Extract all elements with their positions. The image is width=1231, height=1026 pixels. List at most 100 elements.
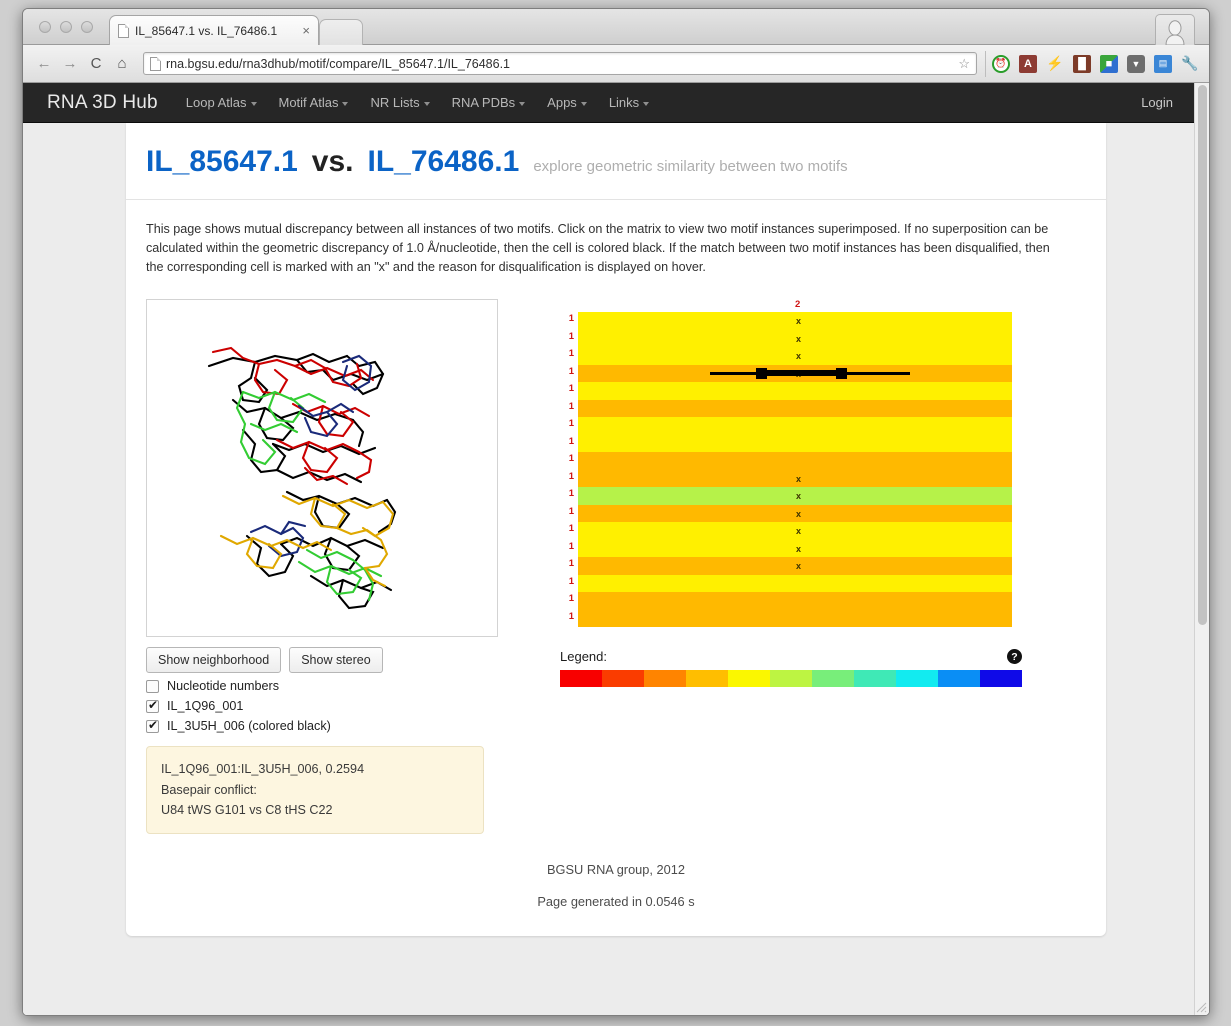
nav-label: Motif Atlas <box>279 95 339 110</box>
disqualified-x-icon: x <box>796 562 801 571</box>
adblock-extension-icon[interactable]: ⏰ <box>992 55 1010 73</box>
matrix-cell[interactable]: x <box>578 470 1012 488</box>
discrepancy-matrix[interactable]: 2 111111111111111111 xxxxxxxxxx <box>560 299 1022 627</box>
legend-color-segment <box>644 670 686 687</box>
matrix-cell[interactable] <box>578 610 1012 628</box>
matrix-cell[interactable] <box>578 382 1012 400</box>
footer-credit: BGSU RNA group, 2012 <box>126 862 1106 877</box>
matrix-cell[interactable]: x <box>578 540 1012 558</box>
left-column: Show neighborhood Show stereo Nucleotide… <box>146 299 498 833</box>
home-icon[interactable]: ⌂ <box>111 53 133 75</box>
user-avatar-button[interactable] <box>1155 14 1195 45</box>
matrix-row-label: 1 <box>569 419 574 429</box>
nav-item-links[interactable]: Links <box>609 95 649 110</box>
forward-icon[interactable]: → <box>59 53 81 75</box>
pocket-extension-icon[interactable]: ▼ <box>1127 55 1145 73</box>
checkbox-row-nucleotide-numbers[interactable]: Nucleotide numbers <box>146 679 498 693</box>
help-icon[interactable]: ? <box>1007 649 1022 664</box>
matrix-cell[interactable] <box>578 592 1012 610</box>
legend-color-segment <box>560 670 602 687</box>
site-brand[interactable]: RNA 3D Hub <box>47 92 158 114</box>
wrench-settings-icon[interactable]: 🔧 <box>1181 55 1199 73</box>
disqualified-x-icon: x <box>796 527 801 536</box>
nav-item-motif-atlas[interactable]: Motif Atlas <box>279 95 349 110</box>
legend-colorbar <box>560 670 1022 687</box>
dictionary-extension-icon[interactable]: A <box>1019 55 1037 73</box>
matrix-cell[interactable]: x <box>578 487 1012 505</box>
new-tab-button[interactable] <box>319 19 363 45</box>
page-icon <box>150 57 161 71</box>
vs-label: vs. <box>312 145 354 179</box>
matrix-row-label: 1 <box>569 577 574 587</box>
matrix-cell[interactable]: x <box>578 365 1012 383</box>
matrix-cell[interactable]: x <box>578 347 1012 365</box>
nav-item-apps[interactable]: Apps <box>547 95 587 110</box>
pixel-extension-icon[interactable]: █ <box>1073 55 1091 73</box>
jmol-structure-viewer[interactable] <box>146 299 498 637</box>
back-icon[interactable]: ← <box>33 53 55 75</box>
chevron-down-icon <box>251 102 257 106</box>
window-close-button[interactable] <box>39 21 51 33</box>
nav-label: NR Lists <box>370 95 419 110</box>
show-stereo-button[interactable]: Show stereo <box>289 647 382 673</box>
page-scrollbar-track[interactable] <box>1194 83 1209 1016</box>
window-minimize-button[interactable] <box>60 21 72 33</box>
address-bar[interactable]: rna.bgsu.edu/rna3dhub/motif/compare/IL_8… <box>143 52 977 75</box>
person-icon <box>1162 19 1188 45</box>
matrix-cell[interactable] <box>578 400 1012 418</box>
chevron-down-icon <box>643 102 649 106</box>
disqualified-x-icon: x <box>796 335 801 344</box>
nav-item-loop-atlas[interactable]: Loop Atlas <box>186 95 257 110</box>
checkbox-label: IL_3U5H_006 (colored black) <box>167 719 331 733</box>
matrix-row-labels: 111111111111111111 <box>560 312 578 627</box>
motif-b-title: IL_76486.1 <box>368 145 520 179</box>
window-resize-grip[interactable] <box>1194 1000 1207 1013</box>
browser-tab[interactable]: IL_85647.1 vs. IL_76486.1 × <box>109 15 319 45</box>
disqualified-x-icon: x <box>796 545 801 554</box>
login-link[interactable]: Login <box>1141 95 1173 110</box>
nav-item-rna-pdbs[interactable]: RNA PDBs <box>452 95 526 110</box>
matrix-cell[interactable] <box>578 435 1012 453</box>
matrix-grid[interactable]: xxxxxxxxxx <box>578 312 1012 627</box>
matrix-cell[interactable]: x <box>578 312 1012 330</box>
checkbox-il-3u5h-006[interactable] <box>146 720 159 733</box>
bookmark-star-icon[interactable]: ☆ <box>958 56 970 72</box>
legend-color-segment <box>686 670 728 687</box>
lightning-extension-icon[interactable]: ⚡ <box>1046 55 1064 73</box>
page-scrollbar-thumb[interactable] <box>1198 85 1207 625</box>
matrix-cell[interactable]: x <box>578 330 1012 348</box>
show-neighborhood-button[interactable]: Show neighborhood <box>146 647 281 673</box>
matrix-row-label: 1 <box>569 507 574 517</box>
notes-extension-icon[interactable]: ▤ <box>1154 55 1172 73</box>
matrix-cell[interactable]: x <box>578 505 1012 523</box>
legend-color-segment <box>938 670 980 687</box>
motif-a-title: IL_85647.1 <box>146 145 298 179</box>
checkbox-il-1q96-001[interactable] <box>146 700 159 713</box>
checkbox-nucleotide-numbers[interactable] <box>146 680 159 693</box>
matrix-cell[interactable] <box>578 575 1012 593</box>
matrix-cell[interactable]: x <box>578 522 1012 540</box>
url-text: rna.bgsu.edu/rna3dhub/motif/compare/IL_8… <box>166 57 954 71</box>
matrix-cell[interactable]: x <box>578 557 1012 575</box>
checkbox-row-il-3u5h-006[interactable]: IL_3U5H_006 (colored black) <box>146 719 498 733</box>
rna-superposition-wireframe <box>147 300 497 636</box>
legend-header: Legend: ? <box>560 649 1022 664</box>
info-conflict-detail: U84 tWS G101 vs C8 tHS C22 <box>161 800 469 820</box>
checkbox-row-il-1q96-001[interactable]: IL_1Q96_001 <box>146 699 498 713</box>
disqualified-x-icon: x <box>796 475 801 484</box>
window-zoom-button[interactable] <box>81 21 93 33</box>
nav-item-nr-lists[interactable]: NR Lists <box>370 95 429 110</box>
disqualified-x-icon: x <box>796 510 801 519</box>
legend-color-segment <box>980 670 1022 687</box>
chevron-down-icon <box>519 102 525 106</box>
legend-color-segment <box>770 670 812 687</box>
nav-label: Links <box>609 95 639 110</box>
matrix-row-label: 1 <box>569 524 574 534</box>
legend-color-segment <box>728 670 770 687</box>
puzzle-extension-icon[interactable]: ■ <box>1100 55 1118 73</box>
reload-icon[interactable]: C <box>85 53 107 75</box>
matrix-cell[interactable] <box>578 417 1012 435</box>
matrix-cell[interactable] <box>578 452 1012 470</box>
matrix-row-label: 1 <box>569 454 574 464</box>
tab-close-icon[interactable]: × <box>302 23 310 38</box>
